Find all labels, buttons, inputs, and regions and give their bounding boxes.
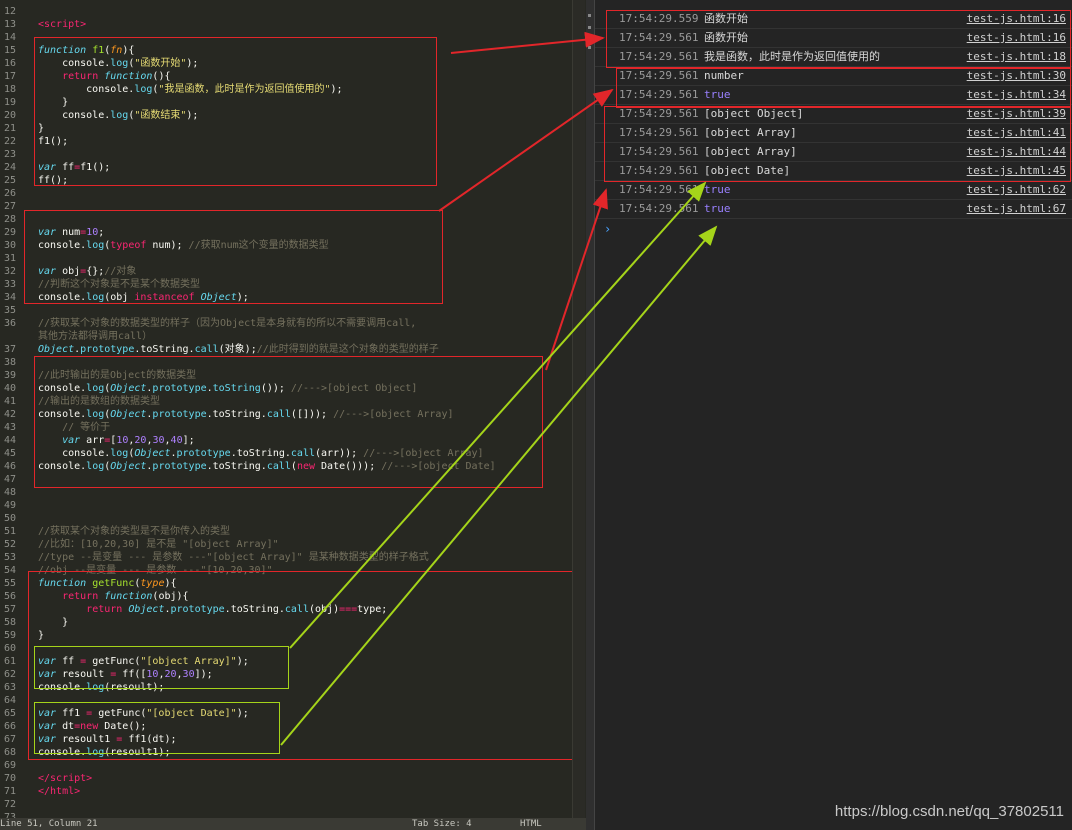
line-number: 22 xyxy=(4,136,17,147)
editor-status-bar: Line 51, Column 21 Tab Size: 4 HTML xyxy=(0,818,586,830)
line-number: 27 xyxy=(4,201,17,212)
line-number: 29 xyxy=(4,227,17,238)
line-number: 69 xyxy=(4,760,17,771)
line-number: 33 xyxy=(4,279,17,290)
line-number: 65 xyxy=(4,708,17,719)
line-number: 15 xyxy=(4,45,17,56)
line-number: 45 xyxy=(4,448,17,459)
line-number: 41 xyxy=(4,396,17,407)
line-number: 55 xyxy=(4,578,17,589)
annotation-box-console-f1 xyxy=(606,10,1071,68)
line-number: 23 xyxy=(4,149,17,160)
line-number: 72 xyxy=(4,799,17,810)
line-number: 56 xyxy=(4,591,17,602)
line-number: 31 xyxy=(4,253,17,264)
line-number: 34 xyxy=(4,292,17,303)
line-number: 37 xyxy=(4,344,17,355)
line-number: 26 xyxy=(4,188,17,199)
line-number: 49 xyxy=(4,500,17,511)
console-source-link[interactable]: test-js.html:62 xyxy=(967,181,1066,199)
line-number: 64 xyxy=(4,695,17,706)
code-line: <script> xyxy=(38,19,87,30)
console-prompt-icon[interactable]: › xyxy=(604,222,611,236)
annotation-box-array-check xyxy=(34,646,289,689)
panel-splitter[interactable] xyxy=(586,0,595,830)
code-line: </html> xyxy=(38,786,81,797)
line-number: 30 xyxy=(4,240,17,251)
line-number: 16 xyxy=(4,58,17,69)
code-line: 其他方法都得调用call） xyxy=(38,331,153,342)
line-number: 51 xyxy=(4,526,17,537)
line-number: 20 xyxy=(4,110,17,121)
code-line: </script> xyxy=(38,773,93,784)
line-number: 38 xyxy=(4,357,17,368)
line-number: 57 xyxy=(4,604,17,615)
annotation-box-console-typeof xyxy=(616,68,1071,108)
line-number: 70 xyxy=(4,773,17,784)
code-line: Object.prototype.toString.call(对象);//此时得… xyxy=(38,344,439,355)
line-number: 62 xyxy=(4,669,17,680)
console-message: true xyxy=(704,183,731,196)
line-number: 61 xyxy=(4,656,17,667)
line-number: 21 xyxy=(4,123,17,134)
line-number: 53 xyxy=(4,552,17,563)
line-number: 24 xyxy=(4,162,17,173)
line-number: 40 xyxy=(4,383,17,394)
line-number: 17 xyxy=(4,71,17,82)
cursor-position: Line 51, Column 21 xyxy=(0,819,98,829)
code-editor[interactable]: 12 13 14 15 16 17 18 19 20 21 22 23 24 25 26 27 28 29 30 31… xyxy=(0,0,586,830)
line-number: 68 xyxy=(4,747,17,758)
line-number: 35 xyxy=(4,305,17,316)
syntax-indicator[interactable]: HTML xyxy=(520,818,542,830)
line-number: 12 xyxy=(4,6,17,17)
line-number: 18 xyxy=(4,84,17,95)
editor-vertical-scrollbar[interactable] xyxy=(572,0,585,818)
annotation-box-typeof xyxy=(24,210,443,304)
line-number: 42 xyxy=(4,409,17,420)
line-number: 47 xyxy=(4,474,17,485)
console-row: 17:54:29.561 true test-js.html:62 xyxy=(595,181,1072,200)
line-number: 19 xyxy=(4,97,17,108)
code-line: //type --是变量 --- 是参数 ---"[object Array]"… xyxy=(38,552,429,563)
line-number: 67 xyxy=(4,734,17,745)
line-number: 36 xyxy=(4,318,17,329)
line-number: 46 xyxy=(4,461,17,472)
line-number: 60 xyxy=(4,643,17,654)
code-line: //比如：[10,20,30] 是不是 "[object Array]" xyxy=(38,539,279,550)
line-number: 63 xyxy=(4,682,17,693)
line-number: 13 xyxy=(4,19,17,30)
code-line: //获取某个对象的类型是不是你传入的类型 xyxy=(38,526,231,537)
devtools-console-panel: 17:54:29.559 函数开始 test-js.html:16 17:54:29.… xyxy=(586,0,1072,830)
code-line: //获取某个对象的数据类型的样子（因为Object是本身就有的所以不需要调用ca… xyxy=(38,318,417,329)
console-timestamp: 17:54:29.561 xyxy=(619,202,699,215)
line-number: 48 xyxy=(4,487,17,498)
line-number: 66 xyxy=(4,721,17,732)
line-number: 32 xyxy=(4,266,17,277)
tab-size-indicator[interactable]: Tab Size: 4 xyxy=(412,818,472,830)
line-number: 50 xyxy=(4,513,17,524)
line-number: 43 xyxy=(4,422,17,433)
annotation-box-tostring xyxy=(34,356,543,488)
line-number: 25 xyxy=(4,175,17,186)
line-number-gutter: 12 13 14 15 16 17 18 19 20 21 22 23 24 25 26 27 28 29 30 31… xyxy=(0,0,26,823)
line-number: 58 xyxy=(4,617,17,628)
console-row: 17:54:29.561 true test-js.html:67 xyxy=(595,200,1072,219)
line-number: 14 xyxy=(4,32,17,43)
line-number: 54 xyxy=(4,565,17,576)
line-number: 71 xyxy=(4,786,17,797)
annotation-box-date-check xyxy=(34,702,280,754)
line-number: 44 xyxy=(4,435,17,446)
line-number: 52 xyxy=(4,539,17,550)
console-message: true xyxy=(704,202,731,215)
console-timestamp: 17:54:29.561 xyxy=(619,183,699,196)
annotation-box-f1 xyxy=(34,37,437,186)
line-number: 28 xyxy=(4,214,17,225)
watermark: https://blog.csdn.net/qq_37802511 xyxy=(834,803,1064,820)
annotation-box-console-tostring xyxy=(604,106,1071,182)
line-number: 59 xyxy=(4,630,17,641)
line-number: 39 xyxy=(4,370,17,381)
console-source-link[interactable]: test-js.html:67 xyxy=(967,200,1066,218)
